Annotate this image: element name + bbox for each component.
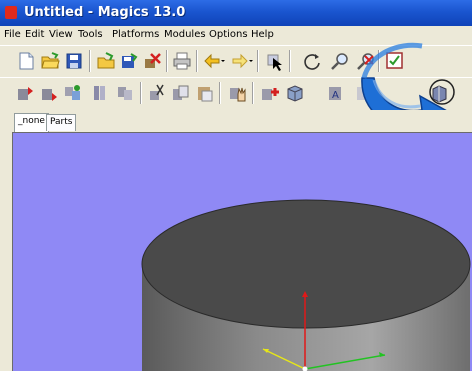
tab-parts[interactable]: Parts xyxy=(46,114,77,131)
new-file-icon[interactable] xyxy=(16,51,36,71)
print-icon[interactable] xyxy=(172,51,192,71)
cut-icon[interactable] xyxy=(147,83,167,103)
export-part-icon[interactable] xyxy=(39,83,59,103)
part-list-icon[interactable] xyxy=(90,83,110,103)
duplicate-part-icon[interactable] xyxy=(63,83,83,103)
open-folder-icon[interactable] xyxy=(40,51,60,71)
menu-platforms[interactable]: Platforms xyxy=(112,29,159,40)
add-part-icon[interactable] xyxy=(260,83,280,103)
shell-icon[interactable] xyxy=(285,83,305,103)
save-part-icon[interactable] xyxy=(119,51,139,71)
menu-file[interactable]: File xyxy=(4,29,21,40)
select-icon[interactable] xyxy=(264,51,284,71)
menu-edit[interactable]: Edit xyxy=(25,29,44,40)
view-tabs: _none Parts xyxy=(0,110,472,132)
merge-icon[interactable] xyxy=(115,83,135,103)
menu-options[interactable]: Options xyxy=(209,29,248,40)
copy-icon[interactable] xyxy=(171,83,191,103)
hand-icon[interactable] xyxy=(228,83,248,103)
menu-modules[interactable]: Modules xyxy=(164,29,206,40)
menu-help[interactable]: Help xyxy=(251,29,274,40)
remove-part-icon[interactable] xyxy=(142,51,162,71)
cylinder-part[interactable] xyxy=(141,199,471,371)
import-part-icon[interactable] xyxy=(15,83,35,103)
menu-view[interactable]: View xyxy=(49,29,73,40)
paste-icon[interactable] xyxy=(195,83,215,103)
tab-none[interactable]: _none xyxy=(14,113,49,132)
magics-app-icon xyxy=(5,6,17,19)
fix-wizard-icon[interactable]: A xyxy=(326,83,346,103)
svg-text:A: A xyxy=(332,90,339,101)
save-icon[interactable] xyxy=(64,51,84,71)
zoom-icon[interactable] xyxy=(330,51,350,71)
menu-tools[interactable]: Tools xyxy=(78,29,103,40)
window-title: Untitled - Magics 13.0 xyxy=(24,5,186,20)
title-bar: Untitled - Magics 13.0 xyxy=(0,0,472,26)
undo-icon[interactable] xyxy=(202,51,225,71)
open-part-icon[interactable] xyxy=(96,51,116,71)
rotate-icon[interactable] xyxy=(302,51,322,71)
redo-icon[interactable] xyxy=(230,51,253,71)
3d-viewport[interactable] xyxy=(12,132,472,371)
